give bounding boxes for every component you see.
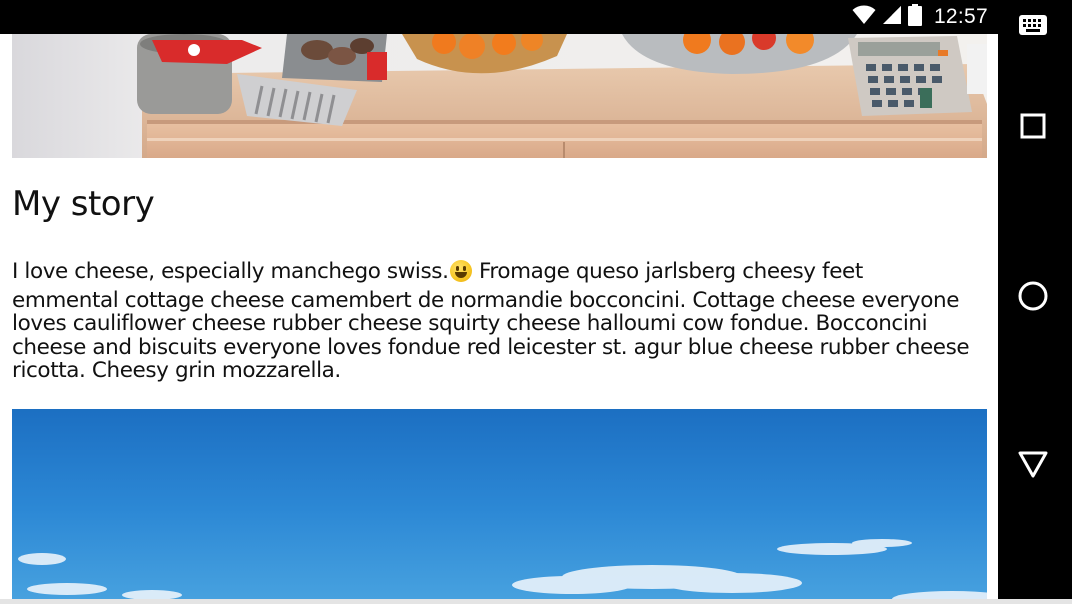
recents-icon: [1020, 113, 1046, 143]
web-content[interactable]: My story I love cheese, especially manch…: [0, 34, 998, 600]
status-clock: 12:57: [933, 5, 988, 28]
wifi-icon: [852, 5, 876, 29]
story-text-part1: I love cheese, especially manchego swiss…: [12, 259, 449, 284]
recents-button[interactable]: [998, 98, 1068, 158]
battery-icon: [907, 4, 922, 30]
back-button[interactable]: [998, 436, 1068, 496]
status-bar: 12:57: [0, 0, 998, 34]
page-heading: My story: [12, 184, 155, 224]
story-text-part2: Fromage queso jarlsberg cheesy feet: [472, 259, 863, 284]
bottom-edge: [0, 599, 1072, 604]
navigation-bar: [998, 0, 1072, 599]
phone-screen: 12:57 My story I love cheese, especially…: [0, 0, 1072, 604]
cell-signal-icon: [882, 5, 902, 29]
keyboard-switch-button[interactable]: [998, 0, 1068, 54]
home-button[interactable]: [998, 268, 1068, 328]
bottom-photo: [12, 409, 987, 600]
back-icon: [1018, 450, 1048, 482]
home-icon: [1017, 280, 1049, 316]
keyboard-icon: [1018, 14, 1048, 40]
top-photo: [12, 34, 987, 158]
grinning-face-emoji-icon: [449, 260, 472, 282]
story-first-line: I love cheese, especially manchego swiss…: [12, 260, 980, 284]
status-icons: 12:57: [852, 4, 988, 30]
story-paragraph: I love cheese, especially manchego swiss…: [12, 260, 980, 383]
story-text-rest: emmental cottage cheese camembert de nor…: [12, 287, 970, 383]
